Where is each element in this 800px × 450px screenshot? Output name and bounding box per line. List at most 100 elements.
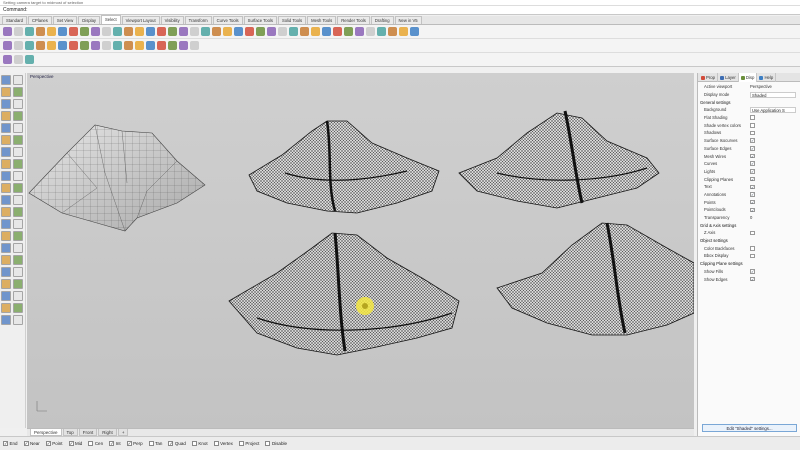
mesh-object-3[interactable] [458,110,660,209]
render-icon[interactable] [13,267,23,277]
property-checkbox[interactable] [750,123,755,128]
osnap-checkbox[interactable]: ✓ [168,441,174,446]
mirror-icon[interactable] [1,219,11,229]
render-icon[interactable] [168,41,177,50]
panel-row[interactable]: Background Use Application S [698,106,800,114]
four-views-icon[interactable] [168,27,177,36]
lights-icon[interactable] [245,27,254,36]
snapshot-icon[interactable] [1,291,11,301]
tab-set-view[interactable]: Set View [52,16,78,24]
tab-visibility[interactable]: Visibility [160,16,184,24]
cplane-icon[interactable] [1,315,11,325]
osnap-mid[interactable]: ✓ Mid [68,441,82,446]
osnap-checkbox[interactable] [213,441,219,446]
panel-row[interactable]: Flat Shading [698,114,800,122]
array-icon[interactable] [13,219,23,229]
offset-icon[interactable] [13,135,23,145]
property-checkbox[interactable]: ✓ [750,192,755,197]
panel-row[interactable]: Lights ✓ [698,168,800,176]
shaded-icon[interactable] [212,27,221,36]
osnap-checkbox[interactable]: ✓ [126,441,132,446]
tab-new-in-v5[interactable]: New in V5 [394,16,422,24]
select-polysurfaces-icon[interactable] [344,27,353,36]
osnap-quad[interactable]: ✓ Quad [168,441,186,446]
trim-icon[interactable] [1,231,11,241]
select-all-icon[interactable] [278,27,287,36]
planar-icon[interactable] [25,55,34,64]
osnap-checkbox[interactable]: ✓ [109,441,115,446]
panel-tab-help[interactable]: Help [757,73,777,82]
osnap-point[interactable]: ✓ Point [45,441,63,446]
osnap-knot[interactable]: Knot [191,441,208,446]
extrude-icon[interactable] [58,41,67,50]
pan-icon[interactable] [102,27,111,36]
zoom-selected-icon[interactable] [157,27,166,36]
options-icon[interactable] [388,27,397,36]
select-meshes-icon[interactable] [355,27,364,36]
panel-row[interactable]: Clipping Planes ✓ [698,175,800,183]
osnap-project[interactable]: Project [238,441,259,446]
circle-icon[interactable] [1,111,11,121]
tab-curve-tools[interactable]: Curve Tools [212,16,243,24]
select-previous-icon[interactable] [311,27,320,36]
torus-icon[interactable] [47,41,56,50]
tab-cplanes[interactable]: CPlanes [28,16,52,24]
property-checkbox[interactable] [750,246,755,251]
ortho-icon[interactable] [14,55,23,64]
property-checkbox[interactable]: ✓ [750,276,755,282]
open-icon[interactable] [14,27,23,36]
osnap-checkbox[interactable]: ✓ [23,441,29,446]
select-surfaces-icon[interactable] [333,27,342,36]
osnap-checkbox[interactable] [148,441,154,446]
osnap-vertex[interactable]: Vertex [213,441,233,446]
osnap-end[interactable]: ✓ End [3,441,18,446]
polyline-icon[interactable] [13,87,23,97]
surface-icon[interactable] [1,147,11,157]
osnap-disable[interactable]: Disable [265,441,287,446]
property-checkbox[interactable]: ✓ [750,269,755,274]
analyze-icon[interactable] [1,267,11,277]
ghosted-icon[interactable] [234,27,243,36]
property-checkbox[interactable] [750,130,755,136]
property-checkbox[interactable]: ✓ [750,146,755,151]
zoom-extents-icon[interactable] [146,27,155,36]
viewport-tab-top[interactable]: Top [62,429,78,436]
layers-icon[interactable] [256,27,265,36]
panel-row[interactable]: Show Fills ✓ [698,268,800,276]
invert-selection-icon[interactable] [300,27,309,36]
tab-drafting[interactable]: Drafting [370,16,394,24]
edit-shaded-settings-button[interactable]: Edit "Shaded" settings... [702,424,797,432]
viewport-tab-add[interactable]: + [117,429,129,436]
mesh-object-1[interactable] [28,124,206,232]
viewport-tab-front[interactable]: Front [78,429,98,436]
zoom-icon[interactable] [13,315,23,325]
tab-display[interactable]: Display [78,16,101,24]
new-icon[interactable] [3,27,12,36]
panel-row[interactable]: Surface Edges ✓ [698,145,800,153]
solid-box-icon[interactable] [1,159,11,169]
osnap-perp[interactable]: ✓ Perp [126,441,143,446]
tab-transform[interactable]: Transform [184,16,212,24]
panel-row[interactable]: Curves ✓ [698,160,800,168]
command-input[interactable] [30,6,800,14]
fillet-curve-icon[interactable] [1,135,11,145]
zoom-icon[interactable] [124,27,133,36]
text-icon[interactable] [1,183,11,193]
tab-viewport-layout[interactable]: Viewport Layout [121,16,160,24]
curve-icon[interactable] [1,99,11,109]
property-dropdown[interactable]: Use Application S [750,106,796,113]
point-icon[interactable] [13,75,23,85]
wireframe-icon[interactable] [201,27,210,36]
line-icon[interactable] [1,87,11,97]
property-checkbox[interactable] [750,115,755,120]
property-checkbox[interactable]: ✓ [750,153,755,159]
patch-icon[interactable] [113,41,122,50]
panel-row[interactable]: Pointclouds ✓ [698,206,800,214]
property-checkbox[interactable]: ✓ [750,161,755,166]
panel-row[interactable]: Display mode Shaded [698,91,800,99]
boolean-difference-icon[interactable] [146,41,155,50]
perspective-icon[interactable] [190,27,199,36]
grid-icon[interactable] [399,27,408,36]
osnap-icon[interactable] [13,291,23,301]
panel-tab-prop[interactable]: Prop [699,73,719,82]
